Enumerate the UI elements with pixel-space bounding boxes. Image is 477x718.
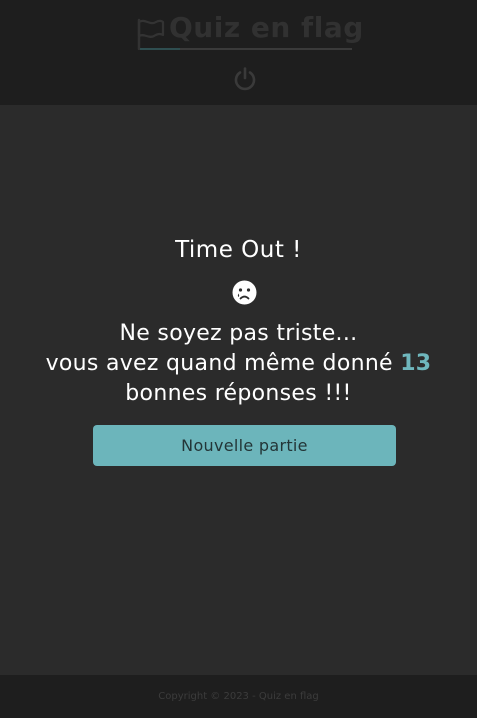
new-game-button[interactable]: Nouvelle partie: [93, 425, 396, 466]
power-icon[interactable]: [232, 66, 258, 92]
app-logo[interactable]: Quiz en flag: [136, 11, 363, 52]
sad-face-icon: [232, 280, 257, 305]
timeout-title: Time Out !: [175, 237, 302, 263]
app-header: Quiz en flag: [0, 0, 477, 105]
app-footer: Copyright © 2023 - Quiz en flag: [0, 675, 477, 718]
flag-icon: [137, 18, 165, 50]
copyright-text: Copyright © 2023 - Quiz en flag: [158, 691, 319, 702]
consolation-message: Ne soyez pas triste... vous avez quand m…: [20, 319, 457, 409]
app-logo-text: Quiz en flag: [169, 11, 364, 44]
message-line-1: Ne soyez pas triste...: [119, 321, 358, 346]
score-count: 13: [400, 351, 432, 376]
message-line-2: vous avez quand même donné 13: [20, 349, 457, 379]
message-line-3: bonnes réponses !!!: [125, 381, 352, 406]
message-line-2-text: vous avez quand même donné: [45, 351, 401, 376]
logo-underline: [140, 48, 352, 50]
main-content: Time Out ! Ne soyez pas triste... vous a…: [0, 105, 477, 675]
